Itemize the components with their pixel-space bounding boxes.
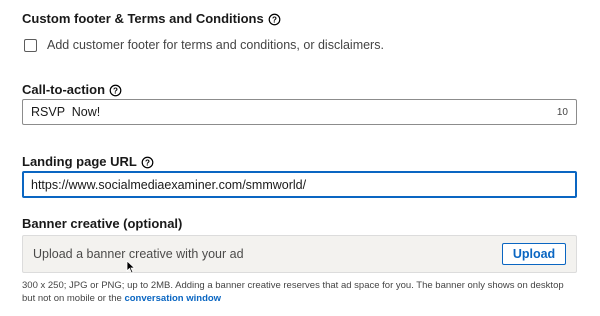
cta-char-count: 10 (556, 106, 568, 118)
banner-title-label: Banner creative (optional) (22, 216, 183, 231)
banner-upload-box[interactable]: Upload a banner creative with your ad Up… (22, 235, 577, 273)
svg-text:?: ? (113, 86, 118, 95)
upload-button[interactable]: Upload (502, 243, 566, 265)
banner-placeholder: Upload a banner creative with your ad (33, 247, 244, 261)
landing-url-value[interactable]: https://www.socialmediaexaminer.com/smmw… (31, 178, 568, 192)
question-circle-icon[interactable]: ? (268, 13, 281, 26)
landing-title-label: Landing page URL (22, 154, 137, 169)
banner-section-title: Banner creative (optional) (22, 216, 182, 232)
svg-text:?: ? (145, 158, 150, 167)
question-circle-icon[interactable]: ? (141, 156, 154, 169)
footer-checkbox-row[interactable]: Add customer footer for terms and condit… (24, 38, 384, 52)
footer-title-label: Custom footer & Terms and Conditions (22, 11, 264, 26)
cta-input[interactable]: RSVP Now! 10 (22, 99, 577, 125)
footer-section-title: Custom footer & Terms and Conditions ? (22, 11, 281, 27)
banner-hint-text: 300 x 250; JPG or PNG; up to 2MB. Adding… (22, 280, 564, 304)
cta-title-label: Call-to-action (22, 82, 106, 97)
conversation-window-link[interactable]: conversation window (124, 293, 221, 304)
footer-checkbox[interactable] (24, 38, 37, 52)
cta-section-title: Call-to-action ? (22, 82, 122, 98)
question-circle-icon[interactable]: ? (109, 84, 122, 97)
cta-input-value[interactable]: RSVP Now! (31, 105, 557, 119)
landing-section-title: Landing page URL ? (22, 154, 154, 170)
footer-checkbox-label[interactable]: Add customer footer for terms and condit… (47, 38, 384, 52)
banner-hint: 300 x 250; JPG or PNG; up to 2MB. Adding… (22, 279, 577, 305)
mouse-cursor-icon (126, 260, 136, 274)
landing-url-input[interactable]: https://www.socialmediaexaminer.com/smmw… (22, 171, 577, 198)
svg-text:?: ? (272, 15, 277, 24)
